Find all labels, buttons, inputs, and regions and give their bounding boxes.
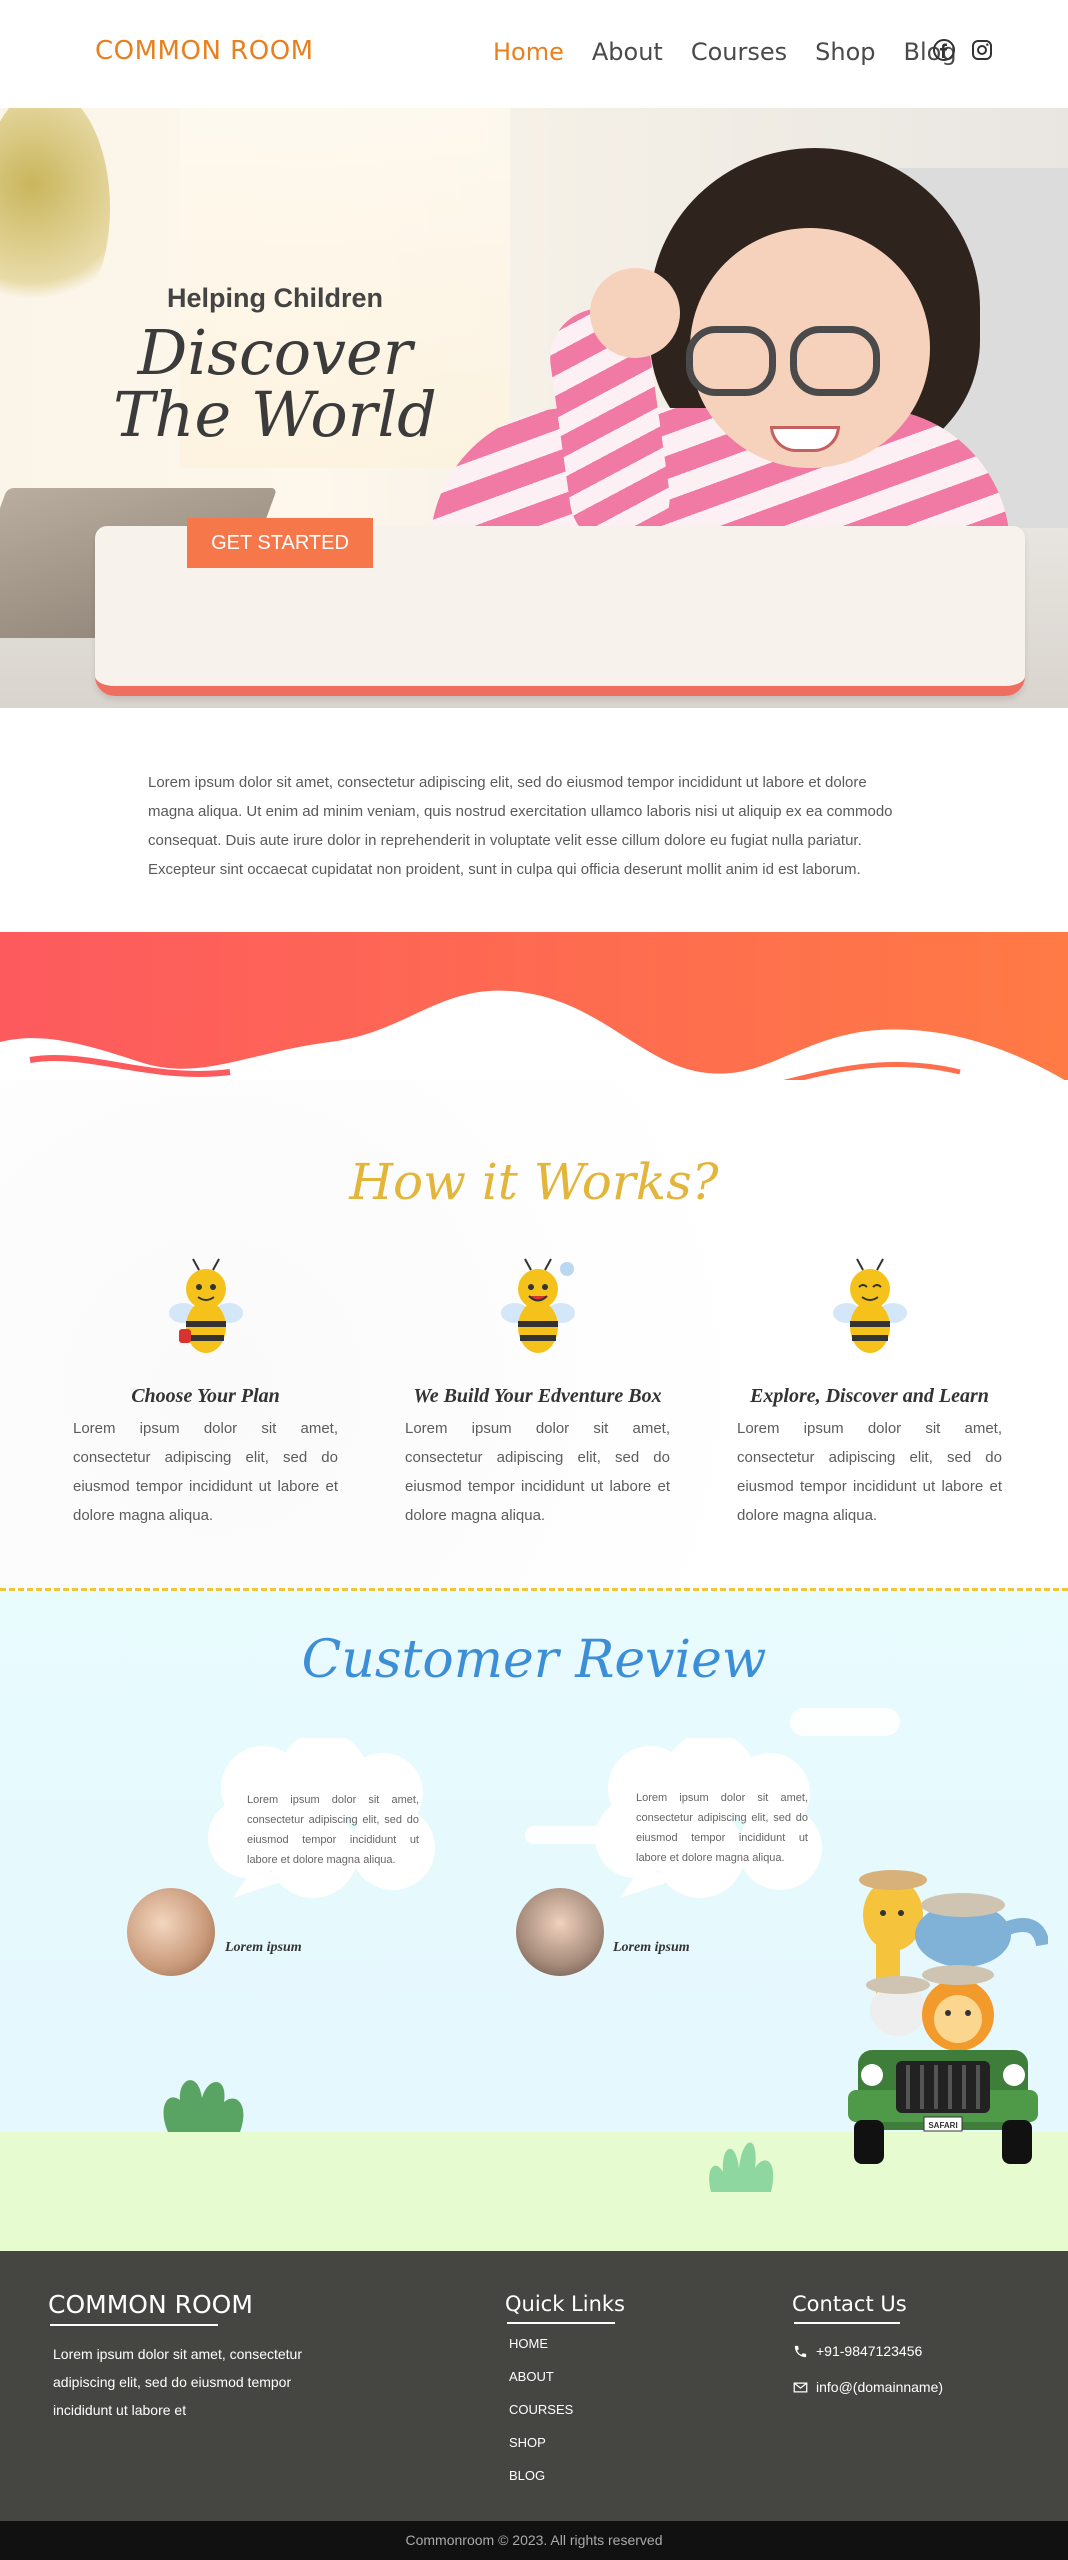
footer-email[interactable]: info@(domainname) — [793, 2379, 943, 2395]
social-links — [932, 38, 994, 67]
jeep-plate-text: SAFARI — [928, 2121, 957, 2130]
footer-link-shop[interactable]: SHOP — [509, 2435, 573, 2453]
site-logo[interactable]: COMMON ROOM — [95, 36, 314, 66]
contact-heading: Contact Us — [792, 2292, 907, 2316]
glasses-right-lens — [790, 326, 880, 396]
footer-about-text: Lorem ipsum dolor sit amet, consectetur … — [53, 2346, 302, 2418]
hero-text-block: Helping Children Discover The World — [75, 283, 475, 446]
intro-paragraph: Lorem ipsum dolor sit amet, consectetur … — [148, 774, 893, 878]
bee-mascot-icon — [500, 1258, 575, 1353]
customer-review-title: Customer Review — [301, 1630, 767, 1690]
get-started-button[interactable]: GET STARTED — [187, 518, 373, 568]
footer-link-home[interactable]: HOME — [509, 2336, 573, 2354]
step-description: Lorem ipsum dolor sit amet, consectetur … — [405, 1420, 670, 1524]
girl-hand — [590, 268, 680, 358]
bush-decoration — [163, 2080, 244, 2132]
step-card: We Build Your Edventure Box Lorem ipsum … — [405, 1255, 670, 1530]
site-header: COMMON ROOM Home About Courses Shop Blog — [0, 0, 1068, 108]
step-description: Lorem ipsum dolor sit amet, consectetur … — [737, 1420, 1002, 1524]
step-title: Choose Your Plan — [131, 1385, 280, 1407]
step-title: Explore, Discover and Learn — [750, 1385, 989, 1407]
step-title: We Build Your Edventure Box — [413, 1385, 662, 1407]
footer-logo[interactable]: COMMON ROOM — [48, 2290, 253, 2319]
review-text: Lorem ipsum dolor sit amet, consectetur … — [247, 1794, 419, 1866]
bush-decoration — [709, 2142, 774, 2192]
step-card: Choose Your Plan Lorem ipsum dolor sit a… — [73, 1255, 338, 1530]
quick-links-heading: Quick Links — [505, 2292, 626, 2316]
main-nav: Home About Courses Shop Blog — [493, 38, 985, 66]
footer-link-blog[interactable]: BLOG — [509, 2468, 573, 2486]
nav-home[interactable]: Home — [493, 38, 564, 66]
nav-courses[interactable]: Courses — [691, 38, 787, 66]
instagram-icon[interactable] — [970, 38, 994, 67]
phone-number: +91-9847123456 — [816, 2343, 923, 2359]
footer-link-about[interactable]: ABOUT — [509, 2369, 573, 2387]
footer-link-courses[interactable]: COURSES — [509, 2402, 573, 2420]
hero-title: Discover The World — [113, 316, 437, 451]
hero-banner: Helping Children Discover The World GET … — [0, 108, 1068, 708]
step-description: Lorem ipsum dolor sit amet, consectetur … — [73, 1420, 338, 1524]
reviewer-name: Lorem ipsum — [225, 1940, 302, 1955]
bee-mascot-icon — [168, 1258, 243, 1353]
hero-subtitle: Helping Children — [167, 283, 383, 313]
sky-cloud — [790, 1708, 900, 1736]
email-address: info@(domainname) — [816, 2379, 944, 2395]
reviewer-avatar — [516, 1888, 604, 1976]
reviewer-avatar — [127, 1888, 215, 1976]
facebook-icon[interactable] — [932, 38, 956, 67]
reviewer-name: Lorem ipsum — [613, 1940, 690, 1955]
contact-underline — [794, 2322, 900, 2324]
mail-icon — [793, 2382, 808, 2392]
glasses-left-lens — [686, 326, 776, 396]
bee-mascot-icon — [832, 1258, 907, 1353]
footer-logo-underline — [50, 2324, 218, 2326]
safari-jeep-illustration: SAFARI — [848, 1870, 1048, 2164]
phone-icon — [794, 2345, 807, 2357]
nav-about[interactable]: About — [592, 38, 663, 66]
review-text: Lorem ipsum dolor sit amet, consectetur … — [636, 1792, 808, 1864]
copyright-bar: Commonroom © 2023. All rights reserved — [0, 2521, 1068, 2560]
nav-shop[interactable]: Shop — [815, 38, 875, 66]
quick-links-list: HOME ABOUT COURSES SHOP BLOG — [509, 2336, 573, 2501]
how-it-works-title: How it Works? — [349, 1153, 719, 1211]
quick-links-underline — [507, 2322, 615, 2324]
step-card: Explore, Discover and Learn Lorem ipsum … — [737, 1255, 1002, 1530]
footer-phone[interactable]: +91-9847123456 — [793, 2343, 922, 2359]
